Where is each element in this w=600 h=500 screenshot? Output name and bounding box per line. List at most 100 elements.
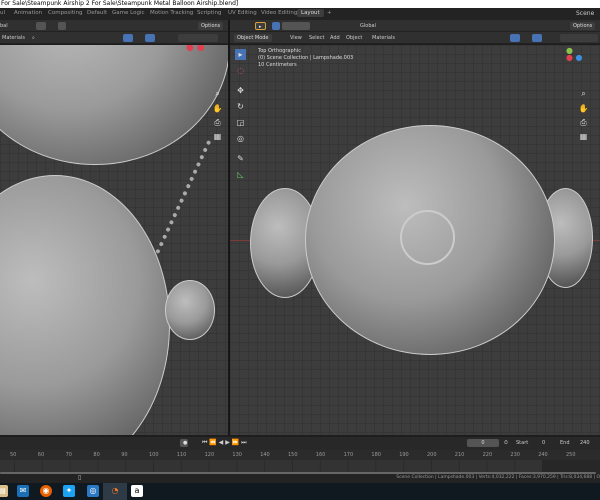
shading-modes[interactable] xyxy=(178,34,218,42)
stopwatch-icon[interactable]: ⏱ xyxy=(504,439,508,447)
timeline-tick: 130 xyxy=(232,452,242,458)
menu-select[interactable]: Select xyxy=(309,34,324,42)
grid-icon[interactable]: ▦ xyxy=(578,131,589,142)
timeline-tick: 120 xyxy=(204,452,215,458)
scale-tool[interactable]: ◲ xyxy=(235,117,246,128)
timeline-tick: 240 xyxy=(538,452,548,458)
timeline-tick: 250 xyxy=(566,452,576,458)
view-name: Top Orthographic xyxy=(258,48,301,54)
tab-uv-editing[interactable]: UV Editing xyxy=(228,10,257,16)
tab-scripting[interactable]: Scripting xyxy=(197,10,221,16)
overlay-toggle[interactable] xyxy=(145,34,155,42)
twitter-icon[interactable]: ✦ xyxy=(63,485,75,497)
materials-dropdown[interactable]: Materials xyxy=(372,34,395,42)
timeline-tick: 170 xyxy=(343,452,354,458)
options-dropdown[interactable]: Options xyxy=(570,22,596,30)
right-tool-header: ▸ Global Options xyxy=(230,20,600,32)
app-icon[interactable]: ◎ xyxy=(87,485,99,497)
rotate-tool[interactable]: ↻ xyxy=(235,101,246,112)
hand-icon[interactable]: ✋ xyxy=(578,103,589,114)
hand-icon[interactable]: ✋ xyxy=(212,103,223,114)
timeline-tick: 230 xyxy=(510,452,520,458)
timeline-tick: 140 xyxy=(260,452,270,458)
right-viewport-header: Object Mode View Select Add Object Mater… xyxy=(230,32,600,44)
lamp-mesh xyxy=(165,280,215,340)
measure-tool[interactable]: ◺ xyxy=(235,169,246,180)
tab-video-editing[interactable]: Video Editing xyxy=(261,10,297,16)
timeline-tick: 70 xyxy=(65,452,72,458)
gizmo-toggle[interactable] xyxy=(510,34,520,42)
timeline-tick: 190 xyxy=(399,452,409,458)
left-viewport[interactable]: ● ● ⌕ ✋ ⎙ ▦ xyxy=(0,45,228,435)
timeline-tick: 60 xyxy=(37,452,45,458)
end-field[interactable]: 240 xyxy=(580,439,590,447)
camera-icon[interactable]: ⎙ xyxy=(578,117,589,128)
grid-scale: 10 Centimeters xyxy=(258,62,297,68)
left-tool-header: bal Options xyxy=(0,20,228,32)
navigation-gizmo[interactable]: ● ● xyxy=(186,45,205,53)
materials-dropdown[interactable]: Materials xyxy=(2,34,25,42)
store-icon[interactable]: ▤ xyxy=(0,485,8,497)
move-tool[interactable]: ✥ xyxy=(235,85,246,96)
shading-modes[interactable] xyxy=(560,34,598,42)
tab-compositing[interactable]: Compositing xyxy=(48,10,82,16)
timeline-tick: 160 xyxy=(315,452,326,458)
search-icon[interactable]: ⌕ xyxy=(32,34,35,42)
annotate-tool[interactable]: ✎ xyxy=(235,153,246,164)
snap-button[interactable] xyxy=(36,22,46,30)
timeline-tick: 220 xyxy=(482,452,493,458)
transform-tool[interactable]: ◎ xyxy=(235,133,246,144)
record-button[interactable]: ● xyxy=(180,439,188,447)
proportional-button[interactable] xyxy=(58,22,66,30)
firefox-icon[interactable]: ◉ xyxy=(40,485,52,497)
gizmo-toggle[interactable] xyxy=(123,34,133,42)
timeline-tick: 200 xyxy=(427,452,437,458)
playback-controls[interactable]: ⏮ ⏪ ◀ ▶ ⏩ ⏭ xyxy=(202,439,247,447)
scene-statistics: Scene Collection | Lampshade.003 | Verts… xyxy=(396,475,600,480)
cursor-tool[interactable]: ◌ xyxy=(235,65,246,76)
select-box-tool[interactable]: ▸ xyxy=(235,49,246,60)
timeline-tick: 210 xyxy=(454,452,465,458)
collection-info: (0) Scene Collection | Lampshade.003 xyxy=(258,55,354,61)
mail-icon[interactable]: ✉ xyxy=(17,485,29,497)
menu-add[interactable]: Add xyxy=(330,34,340,42)
start-label: Start xyxy=(516,440,529,446)
right-viewport[interactable]: Top Orthographic (0) Scene Collection | … xyxy=(230,45,600,435)
tab-animation[interactable]: Animation xyxy=(14,10,42,16)
timeline-tick: 180 xyxy=(371,452,381,458)
menu-object[interactable]: Object xyxy=(346,34,362,42)
balloon-mesh-top xyxy=(0,45,228,165)
start-field[interactable]: 0 xyxy=(542,439,545,447)
timeline-ruler[interactable]: 50 60 70 80 90 100 110 120 130 140 150 160 170 180 190… xyxy=(0,450,600,460)
options-dropdown[interactable]: Options xyxy=(198,22,224,30)
lampshade-center-ring xyxy=(400,210,455,265)
balloon-mesh-front xyxy=(0,175,170,435)
tab-layout[interactable]: Layout xyxy=(297,9,324,17)
select-tool-button[interactable]: ▸ xyxy=(255,22,266,30)
add-workspace-button[interactable]: + xyxy=(327,10,332,16)
grid-icon[interactable]: ▦ xyxy=(212,131,223,142)
select-box-mode[interactable] xyxy=(272,22,280,30)
mode-dropdown[interactable]: Object Mode xyxy=(234,34,272,42)
orientation-dropdown[interactable]: bal xyxy=(0,22,8,30)
overlay-toggle[interactable] xyxy=(532,34,542,42)
zoom-icon[interactable]: ⌕ xyxy=(212,88,223,99)
current-frame-field[interactable]: 0 xyxy=(467,439,499,447)
window-title: For Sale\Steampunk Airship 2 For Sale\St… xyxy=(0,0,600,8)
zoom-icon[interactable]: ⌕ xyxy=(578,88,589,99)
scene-selector[interactable]: Scene xyxy=(576,10,594,17)
timeline-tick: 80 xyxy=(93,452,100,458)
tab-default[interactable]: Default xyxy=(87,10,107,16)
timeline-tick: 50 xyxy=(10,452,17,458)
menu-view[interactable]: View xyxy=(290,34,302,42)
transform-orientation-dropdown[interactable]: Global xyxy=(360,22,376,30)
tab-game-logic[interactable]: Game Logic xyxy=(112,10,145,16)
navigation-gizmo[interactable]: ● ● ● xyxy=(566,47,583,62)
tab-ul[interactable]: ul xyxy=(0,10,5,16)
timeline-tick: 100 xyxy=(149,452,159,458)
select-modes[interactable] xyxy=(282,22,310,30)
blender-icon[interactable]: ◔ xyxy=(109,485,121,497)
tab-motion-tracking[interactable]: Motion Tracking xyxy=(150,10,193,16)
amazon-icon[interactable]: a xyxy=(131,485,143,497)
camera-icon[interactable]: ⎙ xyxy=(212,117,223,128)
